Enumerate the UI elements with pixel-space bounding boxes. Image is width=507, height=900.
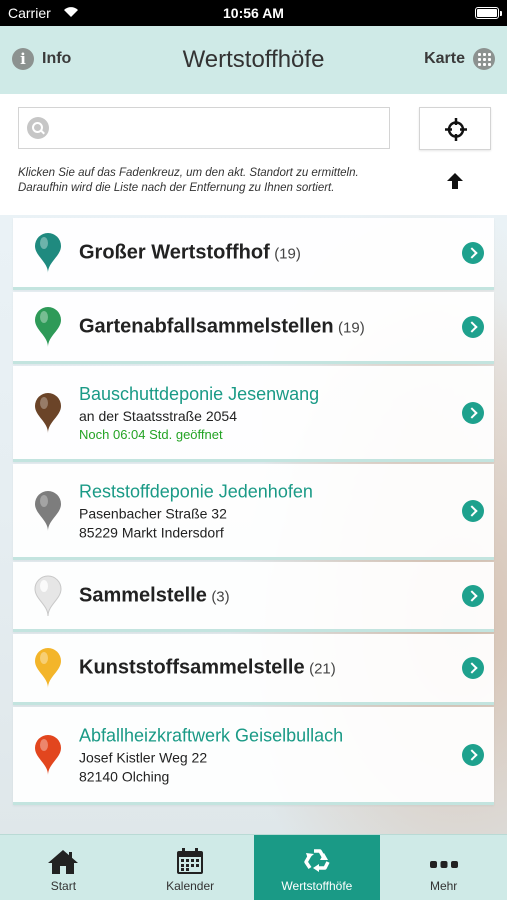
tab-label: Start [50,879,77,893]
list-item[interactable]: Großer Wertstoffhof (19) [13,218,494,290]
item-title: Großer Wertstoffhof [79,241,270,263]
list-item[interactable]: Kunststoffsammelstelle (21) [13,634,494,705]
item-address: an der Staatsstraße 2054 [79,407,237,424]
search-box[interactable] [18,107,390,149]
item-title: Gartenabfallsammelstellen [79,315,334,337]
item-title: Sammelstelle [79,584,207,606]
status-bar: Carrier 10:56 AM [0,0,507,26]
chevron-right-icon[interactable] [462,743,484,766]
list-item[interactable]: Reststoffdeponie Jedenhofen Pasenbacher … [13,464,494,560]
tab-label: Kalender [166,879,215,893]
item-title: Bauschuttdeponie Jesenwang [79,383,320,404]
item-title: Kunststoffsammelstelle [79,656,305,679]
tab-label: Mehr [429,879,458,893]
map-pin-icon [35,734,61,775]
list-item[interactable]: Sammelstelle (3) [13,562,494,632]
list-item[interactable]: Abfallheizkraftwerk Geiselbullach Josef … [13,707,494,805]
item-count: (21) [309,660,336,678]
item-address: Pasenbacher Straße 32 [79,505,227,521]
list-item[interactable]: Bauschuttdeponie Jesenwang an der Staats… [13,366,494,462]
tab-mehr[interactable]: Mehr [380,835,507,900]
recycle-icon [304,849,330,872]
item-count: (3) [211,588,230,605]
tab-start[interactable]: Start [0,835,127,900]
item-city: 85229 Markt Indersdorf [79,524,224,540]
chevron-right-icon[interactable] [462,584,484,607]
item-count: (19) [274,245,301,262]
map-pin-icon [35,306,61,347]
item-address: Josef Kistler Weg 22 [79,749,208,765]
map-label: Karte [424,50,465,67]
locate-button[interactable] [419,107,491,150]
chevron-right-icon[interactable] [462,657,484,679]
facility-list: Großer Wertstoffhof (19) Gartenabfallsam… [13,218,494,807]
map-pin-icon [34,575,62,616]
tab-bar: Start Kalender Wertstoffhöfe Mehr [0,834,507,900]
battery-icon [475,7,502,19]
opening-status: Noch 06:04 Std. geöffnet [79,426,223,442]
chevron-right-icon[interactable] [462,315,484,338]
map-pin-icon [35,392,61,433]
more-icon [429,861,458,868]
crosshair-icon [445,118,467,141]
item-count: (19) [338,319,365,336]
calendar-icon [177,848,204,874]
map-pin-icon [35,648,61,688]
item-city: 82140 Olching [79,768,170,784]
search-icon [27,117,49,139]
search-input[interactable] [57,108,387,148]
clock-label: 10:56 AM [223,5,284,21]
chevron-right-icon[interactable] [462,401,484,424]
item-title: Reststoffdeponie Jedenhofen [79,481,313,501]
hint-text: Klicken Sie auf das Fadenkreuz, um den a… [18,167,359,194]
map-pin-icon [35,490,61,531]
list-item[interactable]: Gartenabfallsammelstellen (19) [13,292,494,364]
tab-label: Wertstoffhöfe [281,879,353,893]
chevron-right-icon[interactable] [462,499,484,522]
grid-icon [473,48,495,70]
map-pin-icon [35,232,61,273]
arrow-up-icon[interactable] [445,172,465,190]
map-button[interactable]: Karte [424,48,495,70]
chevron-right-icon[interactable] [462,241,484,264]
tab-kalender[interactable]: Kalender [127,835,254,900]
navigation-bar: i Info Wertstoffhöfe Karte [0,26,507,94]
home-icon [48,850,79,874]
tab-wertstoffhoefe[interactable]: Wertstoffhöfe [253,835,381,900]
item-title: Abfallheizkraftwerk Geiselbullach [79,725,344,745]
